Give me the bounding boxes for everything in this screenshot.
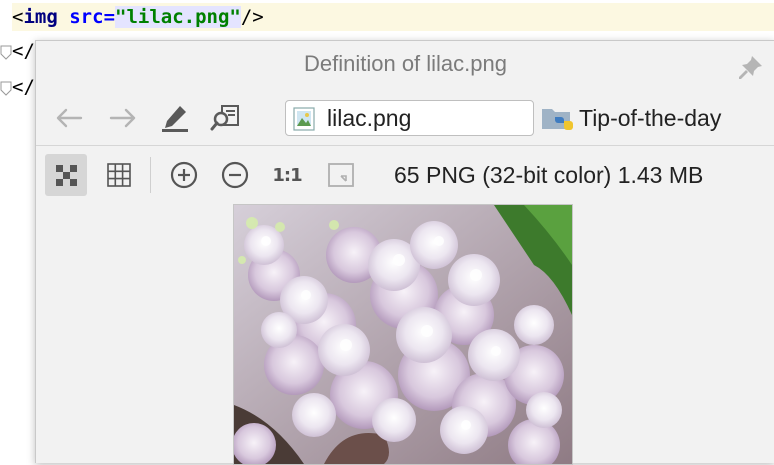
- grid-icon: [107, 163, 131, 187]
- forward-arrow-icon: [109, 108, 136, 128]
- actual-size-label: 1:1: [272, 164, 302, 186]
- python-folder-icon: [542, 109, 573, 130]
- navigation-toolbar: lilac.png Tip-of-the-day: [36, 99, 774, 137]
- forward-button[interactable]: [106, 99, 140, 137]
- edit-pencil-icon: [162, 106, 188, 132]
- fold-marker-icon[interactable]: [0, 80, 12, 98]
- chessboard-toggle-button[interactable]: [45, 154, 87, 196]
- image-info: 65 PNG (32-bit color) 1.43 MB: [394, 162, 704, 188]
- back-button[interactable]: [52, 99, 86, 137]
- find-usages-button[interactable]: [208, 99, 242, 137]
- image-preview[interactable]: [233, 204, 573, 465]
- file-selector[interactable]: lilac.png: [285, 100, 534, 136]
- image-toolbar: 1:1 65 PNG (32-bit color) 1.43 MB: [36, 153, 774, 197]
- code-line-img-tag[interactable]: <img src="lilac.png"/>: [12, 3, 774, 31]
- popup-title: Definition of lilac.png: [303, 51, 507, 76]
- code-line-closing-tag[interactable]: </: [12, 73, 35, 101]
- pin-icon[interactable]: [737, 53, 765, 81]
- edit-source-button[interactable]: [158, 99, 192, 137]
- zoom-in-icon: [170, 161, 198, 189]
- tag-name: img: [23, 6, 58, 28]
- actual-size-button[interactable]: 1:1: [266, 154, 308, 196]
- fold-marker-icon[interactable]: [0, 44, 12, 62]
- attribute-equals: =: [103, 6, 116, 28]
- find-usages-icon: [210, 105, 239, 131]
- file-name: lilac.png: [327, 105, 412, 131]
- fit-to-window-icon: [328, 163, 354, 187]
- zoom-in-button[interactable]: [163, 154, 205, 196]
- back-arrow-icon: [56, 108, 83, 128]
- tag-open-bracket: <: [12, 6, 24, 28]
- toolbar-separator: [150, 157, 151, 193]
- code-line-closing-tag[interactable]: </: [12, 37, 35, 65]
- tag-self-close: />: [240, 6, 264, 28]
- quick-definition-popup[interactable]: Definition of lilac.png lilac.png Tip-of…: [35, 40, 774, 465]
- project-name: Tip-of-the-day: [579, 105, 722, 131]
- image-file-icon: [293, 107, 315, 131]
- lilac-image: [234, 205, 572, 464]
- zoom-out-button[interactable]: [214, 154, 256, 196]
- zoom-out-icon: [221, 161, 249, 189]
- grid-toggle-button[interactable]: [98, 154, 140, 196]
- toolbar-divider: [36, 145, 774, 146]
- attribute-name: src: [69, 6, 104, 28]
- attribute-value[interactable]: "lilac.png": [115, 6, 241, 28]
- fit-to-window-button[interactable]: [320, 154, 362, 196]
- chessboard-icon: [56, 165, 77, 186]
